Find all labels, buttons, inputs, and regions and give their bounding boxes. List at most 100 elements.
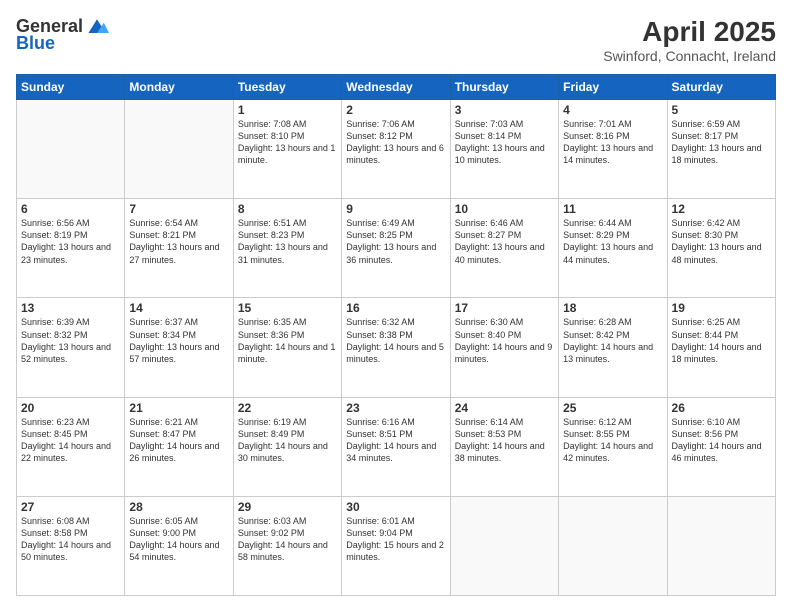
day-info: Sunrise: 6:56 AM Sunset: 8:19 PM Dayligh… — [21, 217, 120, 266]
table-row: 13Sunrise: 6:39 AM Sunset: 8:32 PM Dayli… — [17, 298, 125, 397]
day-number: 2 — [346, 103, 445, 117]
col-friday: Friday — [559, 75, 667, 100]
day-info: Sunrise: 7:08 AM Sunset: 8:10 PM Dayligh… — [238, 118, 337, 167]
col-sunday: Sunday — [17, 75, 125, 100]
day-number: 1 — [238, 103, 337, 117]
day-number: 19 — [672, 301, 771, 315]
logo: General Blue — [16, 16, 109, 54]
day-number: 7 — [129, 202, 228, 216]
day-info: Sunrise: 6:16 AM Sunset: 8:51 PM Dayligh… — [346, 416, 445, 465]
table-row: 6Sunrise: 6:56 AM Sunset: 8:19 PM Daylig… — [17, 199, 125, 298]
day-info: Sunrise: 6:05 AM Sunset: 9:00 PM Dayligh… — [129, 515, 228, 564]
table-row: 12Sunrise: 6:42 AM Sunset: 8:30 PM Dayli… — [667, 199, 775, 298]
day-number: 10 — [455, 202, 554, 216]
table-row: 11Sunrise: 6:44 AM Sunset: 8:29 PM Dayli… — [559, 199, 667, 298]
logo-blue: Blue — [16, 33, 55, 54]
table-row: 4Sunrise: 7:01 AM Sunset: 8:16 PM Daylig… — [559, 100, 667, 199]
col-tuesday: Tuesday — [233, 75, 341, 100]
table-row: 14Sunrise: 6:37 AM Sunset: 8:34 PM Dayli… — [125, 298, 233, 397]
day-number: 15 — [238, 301, 337, 315]
day-info: Sunrise: 6:21 AM Sunset: 8:47 PM Dayligh… — [129, 416, 228, 465]
table-row — [450, 496, 558, 595]
calendar-week-2: 13Sunrise: 6:39 AM Sunset: 8:32 PM Dayli… — [17, 298, 776, 397]
calendar-week-4: 27Sunrise: 6:08 AM Sunset: 8:58 PM Dayli… — [17, 496, 776, 595]
day-number: 11 — [563, 202, 662, 216]
table-row: 27Sunrise: 6:08 AM Sunset: 8:58 PM Dayli… — [17, 496, 125, 595]
day-number: 9 — [346, 202, 445, 216]
table-row: 21Sunrise: 6:21 AM Sunset: 8:47 PM Dayli… — [125, 397, 233, 496]
table-row — [17, 100, 125, 199]
day-number: 25 — [563, 401, 662, 415]
table-row: 16Sunrise: 6:32 AM Sunset: 8:38 PM Dayli… — [342, 298, 450, 397]
calendar-header-row: Sunday Monday Tuesday Wednesday Thursday… — [17, 75, 776, 100]
table-row: 7Sunrise: 6:54 AM Sunset: 8:21 PM Daylig… — [125, 199, 233, 298]
table-row: 25Sunrise: 6:12 AM Sunset: 8:55 PM Dayli… — [559, 397, 667, 496]
col-monday: Monday — [125, 75, 233, 100]
day-info: Sunrise: 6:54 AM Sunset: 8:21 PM Dayligh… — [129, 217, 228, 266]
day-info: Sunrise: 7:03 AM Sunset: 8:14 PM Dayligh… — [455, 118, 554, 167]
table-row: 15Sunrise: 6:35 AM Sunset: 8:36 PM Dayli… — [233, 298, 341, 397]
day-number: 21 — [129, 401, 228, 415]
table-row: 3Sunrise: 7:03 AM Sunset: 8:14 PM Daylig… — [450, 100, 558, 199]
day-number: 22 — [238, 401, 337, 415]
table-row: 28Sunrise: 6:05 AM Sunset: 9:00 PM Dayli… — [125, 496, 233, 595]
day-info: Sunrise: 6:59 AM Sunset: 8:17 PM Dayligh… — [672, 118, 771, 167]
day-number: 18 — [563, 301, 662, 315]
day-number: 16 — [346, 301, 445, 315]
day-info: Sunrise: 6:19 AM Sunset: 8:49 PM Dayligh… — [238, 416, 337, 465]
day-info: Sunrise: 6:14 AM Sunset: 8:53 PM Dayligh… — [455, 416, 554, 465]
calendar-week-0: 1Sunrise: 7:08 AM Sunset: 8:10 PM Daylig… — [17, 100, 776, 199]
title-month: April 2025 — [603, 16, 776, 48]
day-info: Sunrise: 6:37 AM Sunset: 8:34 PM Dayligh… — [129, 316, 228, 365]
day-info: Sunrise: 6:23 AM Sunset: 8:45 PM Dayligh… — [21, 416, 120, 465]
day-info: Sunrise: 7:06 AM Sunset: 8:12 PM Dayligh… — [346, 118, 445, 167]
day-number: 23 — [346, 401, 445, 415]
table-row: 30Sunrise: 6:01 AM Sunset: 9:04 PM Dayli… — [342, 496, 450, 595]
day-info: Sunrise: 6:39 AM Sunset: 8:32 PM Dayligh… — [21, 316, 120, 365]
day-number: 4 — [563, 103, 662, 117]
table-row: 18Sunrise: 6:28 AM Sunset: 8:42 PM Dayli… — [559, 298, 667, 397]
day-info: Sunrise: 7:01 AM Sunset: 8:16 PM Dayligh… — [563, 118, 662, 167]
day-info: Sunrise: 6:44 AM Sunset: 8:29 PM Dayligh… — [563, 217, 662, 266]
day-number: 27 — [21, 500, 120, 514]
calendar-week-3: 20Sunrise: 6:23 AM Sunset: 8:45 PM Dayli… — [17, 397, 776, 496]
table-row: 24Sunrise: 6:14 AM Sunset: 8:53 PM Dayli… — [450, 397, 558, 496]
day-info: Sunrise: 6:03 AM Sunset: 9:02 PM Dayligh… — [238, 515, 337, 564]
table-row: 5Sunrise: 6:59 AM Sunset: 8:17 PM Daylig… — [667, 100, 775, 199]
day-number: 28 — [129, 500, 228, 514]
day-info: Sunrise: 6:35 AM Sunset: 8:36 PM Dayligh… — [238, 316, 337, 365]
day-info: Sunrise: 6:49 AM Sunset: 8:25 PM Dayligh… — [346, 217, 445, 266]
table-row: 8Sunrise: 6:51 AM Sunset: 8:23 PM Daylig… — [233, 199, 341, 298]
table-row: 22Sunrise: 6:19 AM Sunset: 8:49 PM Dayli… — [233, 397, 341, 496]
logo-icon — [85, 17, 109, 37]
table-row — [125, 100, 233, 199]
calendar-table: Sunday Monday Tuesday Wednesday Thursday… — [16, 74, 776, 596]
table-row — [559, 496, 667, 595]
header: General Blue April 2025 Swinford, Connac… — [16, 16, 776, 64]
day-number: 6 — [21, 202, 120, 216]
table-row: 29Sunrise: 6:03 AM Sunset: 9:02 PM Dayli… — [233, 496, 341, 595]
day-info: Sunrise: 6:08 AM Sunset: 8:58 PM Dayligh… — [21, 515, 120, 564]
col-thursday: Thursday — [450, 75, 558, 100]
day-info: Sunrise: 6:42 AM Sunset: 8:30 PM Dayligh… — [672, 217, 771, 266]
day-number: 20 — [21, 401, 120, 415]
day-info: Sunrise: 6:25 AM Sunset: 8:44 PM Dayligh… — [672, 316, 771, 365]
table-row: 9Sunrise: 6:49 AM Sunset: 8:25 PM Daylig… — [342, 199, 450, 298]
table-row: 2Sunrise: 7:06 AM Sunset: 8:12 PM Daylig… — [342, 100, 450, 199]
title-location: Swinford, Connacht, Ireland — [603, 48, 776, 64]
day-number: 8 — [238, 202, 337, 216]
table-row: 20Sunrise: 6:23 AM Sunset: 8:45 PM Dayli… — [17, 397, 125, 496]
day-number: 3 — [455, 103, 554, 117]
table-row: 23Sunrise: 6:16 AM Sunset: 8:51 PM Dayli… — [342, 397, 450, 496]
table-row: 19Sunrise: 6:25 AM Sunset: 8:44 PM Dayli… — [667, 298, 775, 397]
day-number: 12 — [672, 202, 771, 216]
table-row — [667, 496, 775, 595]
table-row: 1Sunrise: 7:08 AM Sunset: 8:10 PM Daylig… — [233, 100, 341, 199]
day-number: 30 — [346, 500, 445, 514]
day-info: Sunrise: 6:32 AM Sunset: 8:38 PM Dayligh… — [346, 316, 445, 365]
day-info: Sunrise: 6:12 AM Sunset: 8:55 PM Dayligh… — [563, 416, 662, 465]
col-wednesday: Wednesday — [342, 75, 450, 100]
day-info: Sunrise: 6:01 AM Sunset: 9:04 PM Dayligh… — [346, 515, 445, 564]
table-row: 10Sunrise: 6:46 AM Sunset: 8:27 PM Dayli… — [450, 199, 558, 298]
day-info: Sunrise: 6:10 AM Sunset: 8:56 PM Dayligh… — [672, 416, 771, 465]
